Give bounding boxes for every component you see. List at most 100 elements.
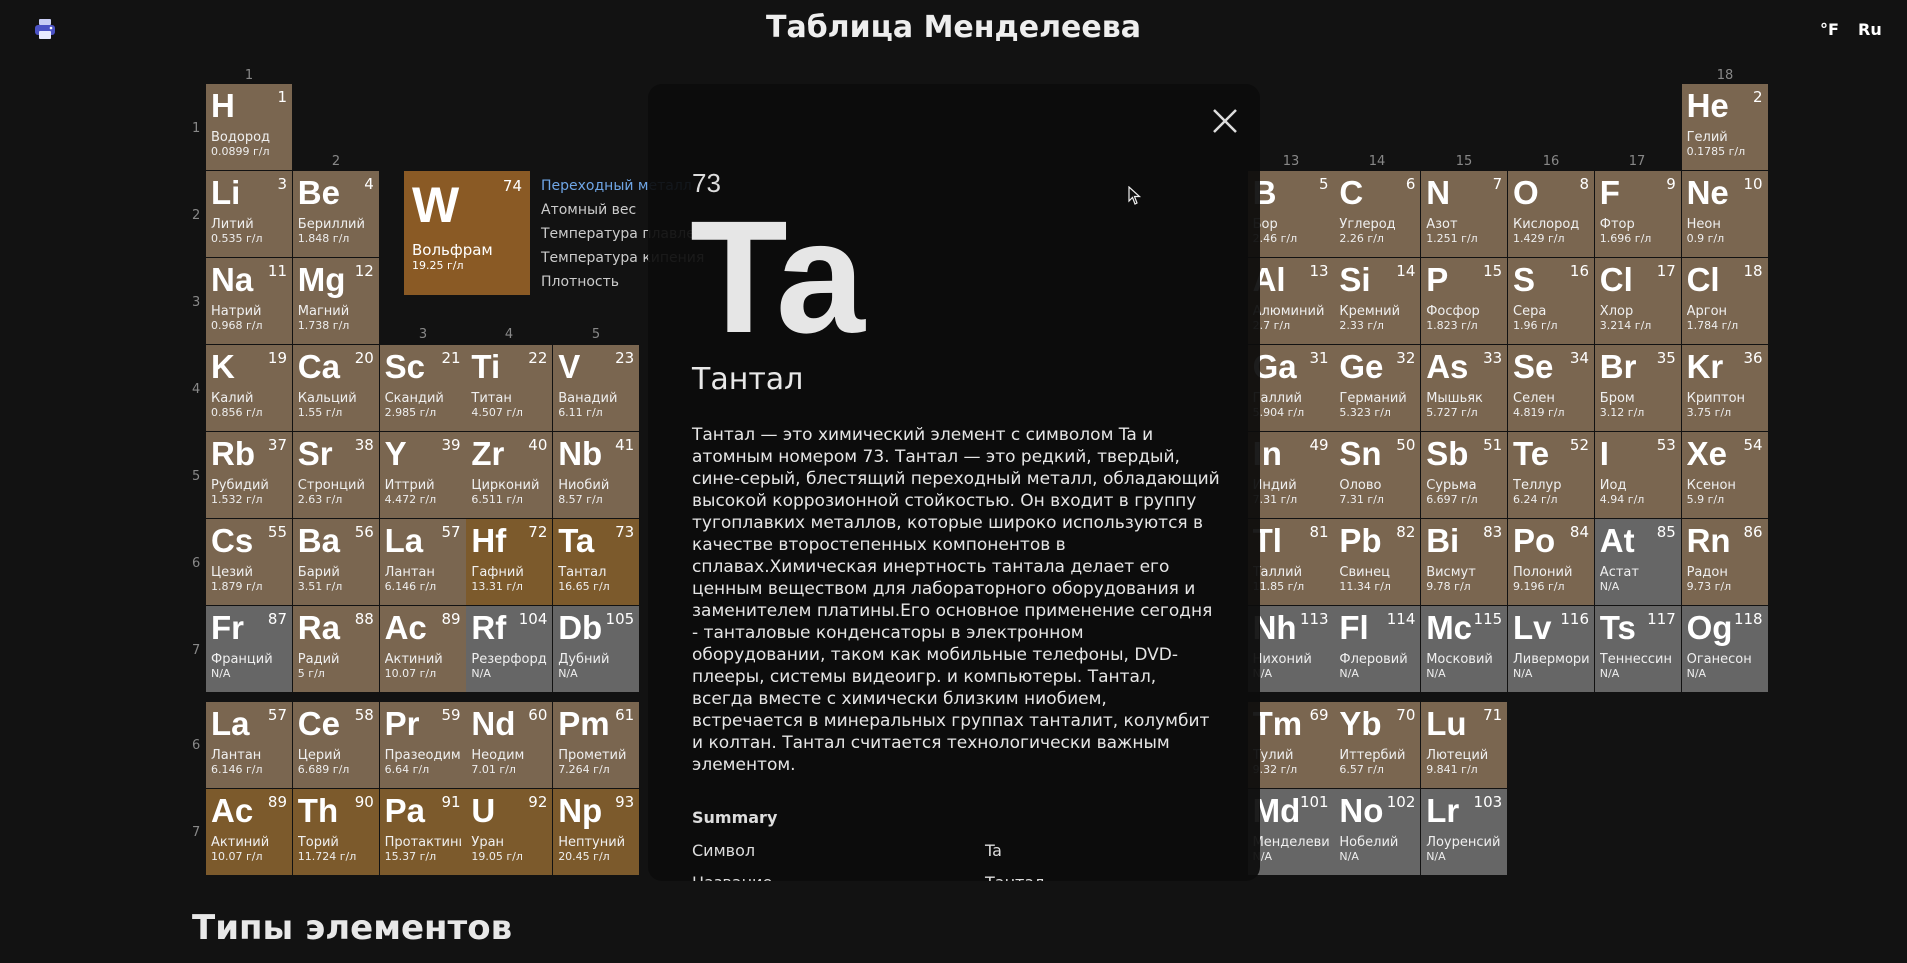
element-cell[interactable]: Og 118 Оганесон N/A [1681,606,1768,692]
element-cell[interactable]: Tm 69 Тулий 9.32 г/л [1247,702,1334,788]
element-cell[interactable]: Md101МенделевийN/A [1247,789,1334,875]
element-cell[interactable]: Ca 20 Кальций 1.55 г/л [292,345,379,431]
element-cell[interactable]: Rf104РезерфордийN/A [466,606,553,692]
element-cell[interactable]: Cs 55 Цезий 1.879 г/л [206,519,292,605]
element-cell[interactable]: Np 93 Нептуний 20.45 г/л [553,789,640,875]
element-cell[interactable]: Xe 54 Ксенон 5.9 г/л [1681,432,1768,518]
element-cell[interactable]: Th 90 Торий 11.724 г/л [292,789,379,875]
element-density: N/A [1686,667,1707,680]
element-density: N/A [1339,667,1359,680]
element-cell[interactable]: O 8 Кислород 1.429 г/л [1508,171,1594,257]
element-cell[interactable]: Ac 89 Актиний 10.07 г/л [379,606,466,692]
element-cell[interactable]: Cl 18 Аргон 1.784 г/л [1681,258,1768,344]
element-cell[interactable]: Lu 71 Лютеций 9.841 г/л [1421,702,1508,788]
element-cell[interactable]: U 92 Уран 19.05 г/л [466,789,553,875]
element-cell[interactable]: Lr 103 Лоуренсий N/A [1421,789,1508,875]
element-number: 39 [441,436,461,454]
element-density: 16.65 г/л [558,580,610,593]
element-density: 9.73 г/л [1686,580,1732,593]
element-cell[interactable]: Sn 50 Олово 7.31 г/л [1334,432,1421,518]
element-cell[interactable]: Tl 81 Таллий 11.85 г/л [1247,519,1334,605]
element-number: 91 [441,793,461,811]
element-cell[interactable]: No 102 Нобелий N/A [1334,789,1421,875]
element-cell[interactable]: He 2 Гелий 0.1785 г/л [1681,84,1768,170]
element-cell[interactable]: N 7 Азот 1.251 г/л [1421,171,1508,257]
element-number: 104 [518,610,548,628]
element-cell[interactable]: Lv116ЛиверморийN/A [1508,606,1594,692]
element-cell[interactable]: Si 14 Кремний 2.33 г/л [1334,258,1421,344]
element-cell[interactable]: V 23 Ванадий 6.11 г/л [553,345,640,431]
element-cell[interactable]: Rn 86 Радон 9.73 г/л [1681,519,1768,605]
element-cell[interactable]: Li 3 Литий 0.535 г/л [206,171,292,257]
element-cell[interactable]: Br 35 Бром 3.12 г/л [1594,345,1681,431]
element-cell[interactable]: Ba 56 Барий 3.51 г/л [292,519,379,605]
element-cell[interactable]: Hf 72 Гафний 13.31 г/л [466,519,553,605]
element-cell[interactable]: Db 105 Дубний N/A [553,606,640,692]
element-cell[interactable]: C 6 Углерод 2.26 г/л [1334,171,1421,257]
element-cell[interactable]: Sr 38 Стронций 2.63 г/л [292,432,379,518]
close-icon[interactable] [1208,104,1242,138]
element-cell[interactable]: Pa91Протактиний15.37 г/л [379,789,466,875]
element-cell[interactable]: Nh 113 Нихоний N/A [1247,606,1334,692]
element-cell[interactable]: F 9 Фтор 1.696 г/л [1594,171,1681,257]
element-name: Скандий [384,391,444,406]
element-cell[interactable]: Pm 61 Прометий 7.264 г/л [553,702,640,788]
element-number: 20 [354,349,374,367]
element-name: Селен [1513,391,1555,406]
period-label: 4 [192,382,201,397]
element-cell[interactable]: K 19 Калий 0.856 г/л [206,345,292,431]
element-cell[interactable]: Pb 82 Свинец 11.34 г/л [1334,519,1421,605]
element-cell[interactable]: Ce 58 Церий 6.689 г/л [292,702,379,788]
element-cell[interactable]: La 57 Лантан 6.146 г/л [379,519,466,605]
element-cell[interactable]: Te 52 Теллур 6.24 г/л [1508,432,1594,518]
element-cell[interactable]: P 15 Фосфор 1.823 г/л [1421,258,1508,344]
element-cell[interactable]: B 5 Бор 2.46 г/л [1247,171,1334,257]
element-number: 118 [1733,610,1763,628]
element-name: Празеодим [384,748,461,763]
element-cell[interactable]: La 57 Лантан 6.146 г/л [206,702,292,788]
language-button[interactable]: Ru [1858,20,1882,39]
element-cell[interactable]: Na 11 Натрий 0.968 г/л [206,258,292,344]
element-density: 3.214 г/л [1599,319,1652,332]
element-cell[interactable]: H 1 Водород 0.0899 г/л [206,84,292,170]
element-cell[interactable]: Ge 32 Германий 5.323 г/л [1334,345,1421,431]
element-cell[interactable]: Nb 41 Ниобий 8.57 г/л [553,432,640,518]
element-cell[interactable]: Ne 10 Неон 0.9 г/л [1681,171,1768,257]
element-cell[interactable]: I 53 Иод 4.94 г/л [1594,432,1681,518]
element-cell[interactable]: Mc 115 Московий N/A [1421,606,1508,692]
element-cell[interactable]: Se 34 Селен 4.819 г/л [1508,345,1594,431]
mouse-cursor-icon [1128,185,1142,210]
element-cell[interactable]: Al 13 Алюминий 2.7 г/л [1247,258,1334,344]
element-cell[interactable]: Nd 60 Неодим 7.01 г/л [466,702,553,788]
element-cell[interactable]: Po 84 Полоний 9.196 г/л [1508,519,1594,605]
element-name: Сурьма [1426,478,1477,493]
element-cell[interactable]: Fl 114 Флеровий N/A [1334,606,1421,692]
element-cell[interactable]: As 33 Мышьяк 5.727 г/л [1421,345,1508,431]
element-density: 20.45 г/л [558,850,610,863]
element-cell[interactable]: Bi 83 Висмут 9.78 г/л [1421,519,1508,605]
element-cell[interactable]: Cl 17 Хлор 3.214 г/л [1594,258,1681,344]
unit-toggle-button[interactable]: °F [1820,20,1839,39]
element-cell[interactable]: Ra 88 Радий 5 г/л [292,606,379,692]
element-cell[interactable]: Ta 73 Тантал 16.65 г/л [553,519,640,605]
element-cell[interactable]: Ti 22 Титан 4.507 г/л [466,345,553,431]
element-cell[interactable]: Ts 117 Теннессин N/A [1594,606,1681,692]
element-number: 83 [1483,523,1503,541]
element-cell[interactable]: Ga 31 Галлий 5.904 г/л [1247,345,1334,431]
element-cell[interactable]: Fr 87 Франций N/A [206,606,292,692]
element-cell[interactable]: At 85 Астат N/A [1594,519,1681,605]
element-cell[interactable]: Yb 70 Иттербий 6.57 г/л [1334,702,1421,788]
element-cell[interactable]: Rb 37 Рубидий 1.532 г/л [206,432,292,518]
element-cell[interactable]: Zr 40 Цирконий 6.511 г/л [466,432,553,518]
element-cell[interactable]: Y 39 Иттрий 4.472 г/л [379,432,466,518]
element-cell[interactable]: S 16 Сера 1.96 г/л [1508,258,1594,344]
element-cell[interactable]: Sc 21 Скандий 2.985 г/л [379,345,466,431]
element-cell[interactable]: In 49 Индий 7.31 г/л [1247,432,1334,518]
element-cell[interactable]: Ac 89 Актиний 10.07 г/л [206,789,292,875]
element-cell[interactable]: Sb 51 Сурьма 6.697 г/л [1421,432,1508,518]
element-cell[interactable]: Kr 36 Криптон 3.75 г/л [1681,345,1768,431]
element-cell[interactable]: Be 4 Бериллий 1.848 г/л [292,171,379,257]
element-cell[interactable]: Pr 59 Празеодим 6.64 г/л [379,702,466,788]
element-cell[interactable]: Mg 12 Магний 1.738 г/л [292,258,379,344]
group-label: 3 [418,327,428,342]
